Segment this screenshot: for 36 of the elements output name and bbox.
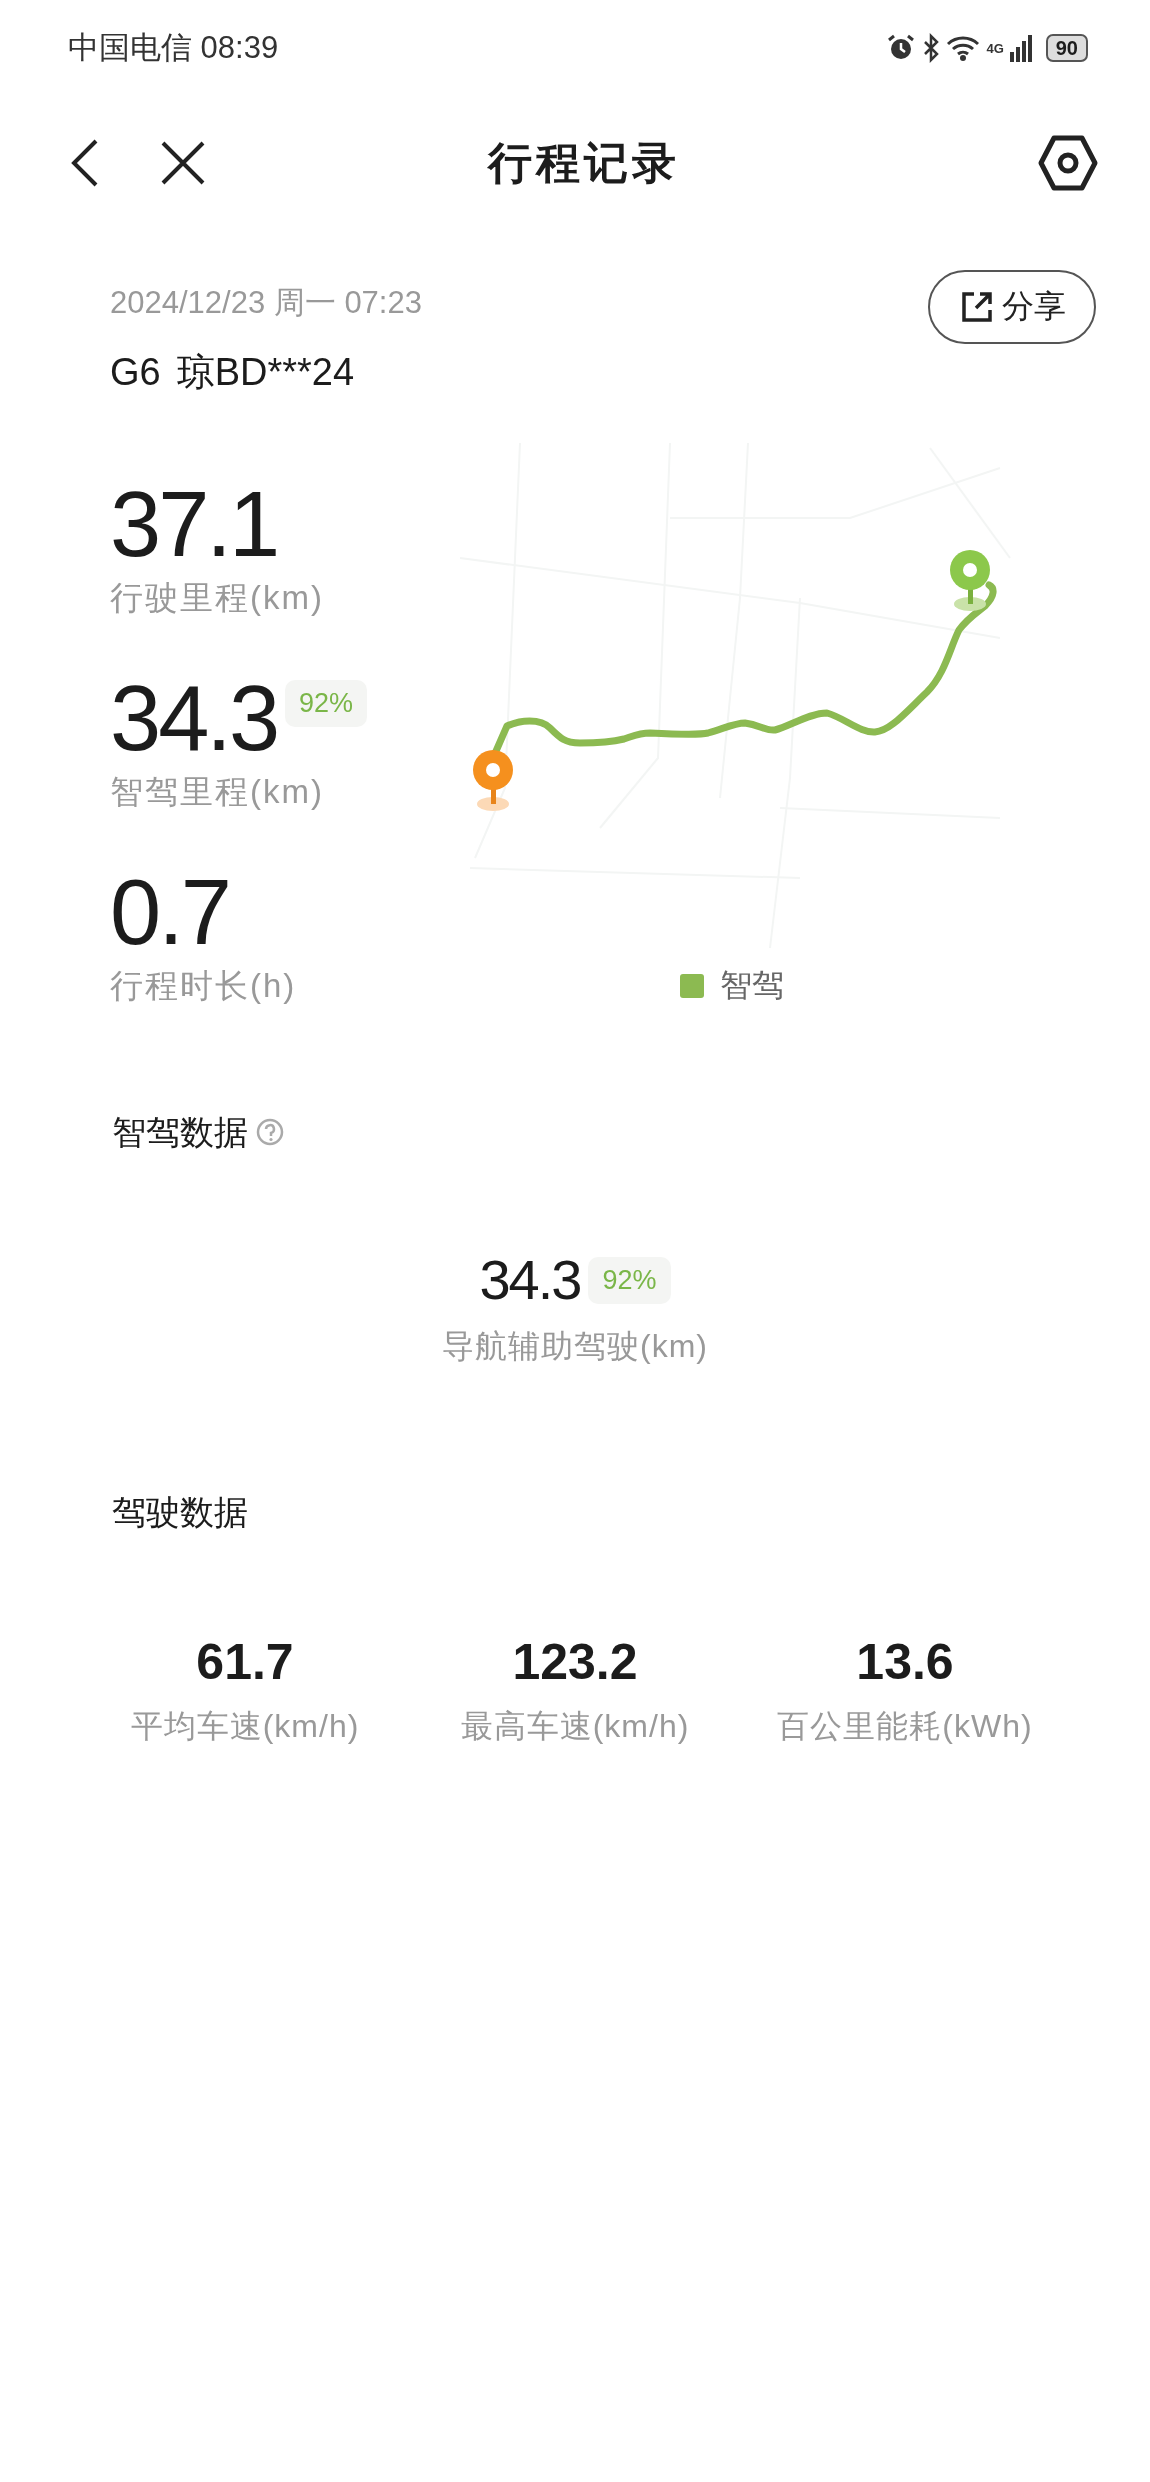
carrier-time: 中国电信 08:39	[68, 29, 279, 67]
section-title: 驾驶数据	[112, 1492, 248, 1533]
metric-value: 13.6	[856, 1633, 954, 1692]
signal-icon	[1009, 34, 1034, 62]
legend-label: 智驾	[720, 966, 784, 1005]
section-title: 智驾数据	[112, 1112, 248, 1153]
close-button[interactable]	[160, 140, 206, 186]
wifi-icon	[946, 34, 981, 62]
stat-label: 行程时长(h)	[110, 966, 298, 1006]
license-plate: 琼BD***24	[176, 350, 355, 395]
stat-label: 导航辅助驾驶(km)	[442, 1327, 708, 1366]
stat-value: 34.3	[110, 672, 278, 764]
metric-value: 123.2	[512, 1633, 638, 1692]
stat-value: 0.7	[110, 866, 229, 958]
stat-label: 智驾里程(km)	[110, 772, 325, 812]
share-button[interactable]: 分享	[928, 270, 1096, 344]
network-label: 4G	[986, 41, 1004, 56]
metric-label: 平均车速(km/h)	[130, 1707, 360, 1746]
vehicle-model: G6	[110, 350, 161, 395]
trip-datetime: 2024/12/23 周一 07:23	[110, 284, 422, 322]
back-button[interactable]	[70, 138, 100, 188]
bluetooth-icon	[922, 33, 941, 63]
end-pin-icon	[950, 550, 990, 611]
percent-badge: 92%	[588, 1256, 671, 1304]
stat-label: 行驶里程(km)	[110, 578, 325, 618]
metric-label: 百公里能耗(kWh)	[777, 1707, 1033, 1746]
metric-label: 最高车速(km/h)	[460, 1707, 690, 1746]
page-title: 行程记录	[488, 136, 680, 189]
metric-value: 61.7	[196, 1633, 294, 1692]
battery-indicator: 90	[1045, 34, 1088, 62]
share-icon	[960, 290, 994, 324]
start-pin-icon	[473, 750, 513, 811]
percent-badge: 92%	[285, 680, 368, 727]
stat-value: 37.1	[110, 478, 278, 570]
settings-button[interactable]	[1038, 135, 1098, 191]
stat-value: 34.3	[479, 1248, 581, 1312]
